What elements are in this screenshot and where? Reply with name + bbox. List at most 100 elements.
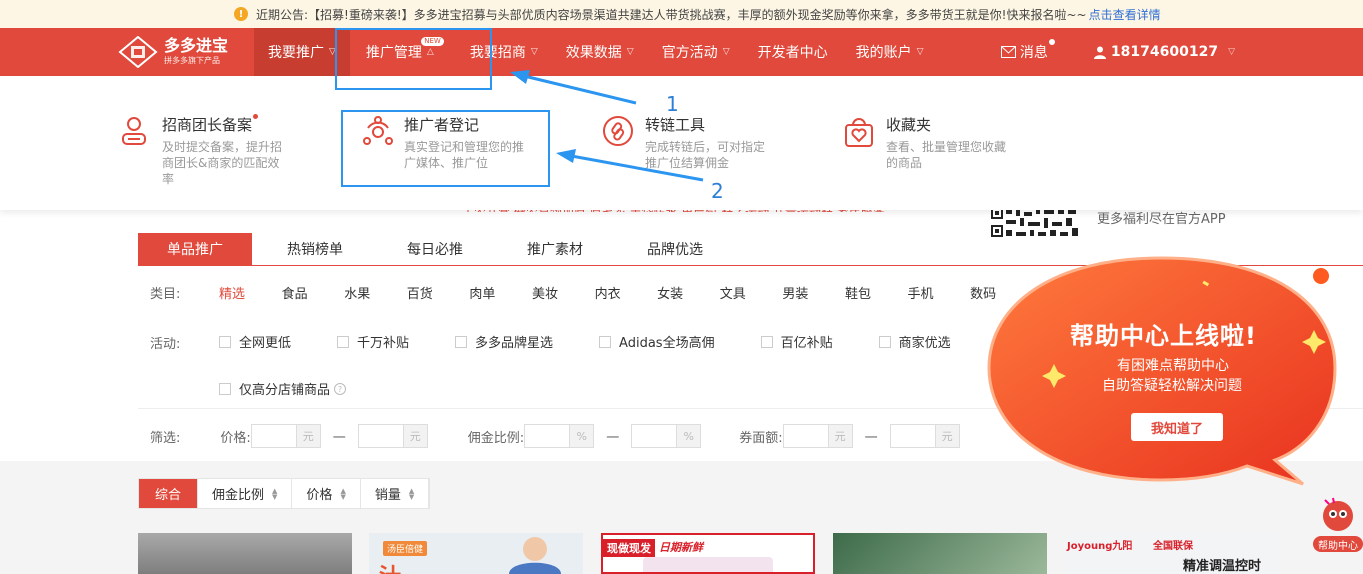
qr-code-icon xyxy=(990,206,1082,238)
user-menu[interactable]: 18174600127 ▽ xyxy=(1093,44,1235,60)
product-card[interactable]: 现做现发 日期新鲜 xyxy=(601,533,815,574)
chevron-down-icon: ▽ xyxy=(530,47,538,57)
category-item[interactable]: 肉单 xyxy=(469,283,532,302)
price-label: 价格: xyxy=(220,430,251,446)
activity-checkbox[interactable]: 商家优选 xyxy=(878,332,951,351)
activity-checkbox[interactable]: 百亿补贴 xyxy=(760,332,833,351)
filter-label: 筛选: xyxy=(150,430,181,446)
nav-item-official-events[interactable]: 官方活动 ▽ xyxy=(648,28,744,76)
product-card[interactable]: Joyoung九阳 全国联保 精准调温控时 xyxy=(1065,533,1279,574)
sort-sales[interactable]: 销量 ▲ ▼ xyxy=(361,479,430,508)
help-center-popup: 帮助中心上线啦! 有困难点帮助中心 自助答疑轻松解决问题 我知道了 xyxy=(985,250,1363,490)
activity-checkbox[interactable]: 全网更低 xyxy=(219,332,291,351)
activity-label: 活动: xyxy=(150,337,181,352)
tab-daily-picks[interactable]: 每日必推 xyxy=(378,233,492,265)
person-photo-icon xyxy=(509,537,561,574)
unread-dot xyxy=(1048,39,1055,45)
coupon-max-input[interactable]: 元 xyxy=(889,424,960,448)
promotion-management-dropdown: 招商团长备案 及时提交备案，提升招商团长&商家的匹配效率 推广者登记 真实登记和… xyxy=(0,76,1363,210)
activity-checkbox[interactable]: Adidas全场高佣 xyxy=(599,332,715,351)
sort-arrows-icon: ▲ ▼ xyxy=(340,486,346,501)
category-item[interactable]: 鞋包 xyxy=(845,283,908,302)
nav-item-developer-center[interactable]: 开发者中心 xyxy=(744,28,842,76)
sort-arrows-icon: ▲ ▼ xyxy=(272,486,278,501)
category-item[interactable]: 精选 xyxy=(219,283,282,302)
app-promo-text[interactable]: 更多福利尽在官方APP xyxy=(1097,208,1226,227)
menu-item-merchant-leader-filing[interactable]: 招商团长备案 及时提交备案，提升招商团长&商家的匹配效率 xyxy=(118,114,338,187)
coupon-min-input[interactable]: 元 xyxy=(782,424,853,448)
price-max-input[interactable]: 元 xyxy=(357,424,428,448)
filter-row: 筛选: 价格: 元 一 元 佣金比例: % 一 % 券面额: 元 一 元 xyxy=(150,424,960,448)
product-card[interactable]: 汤臣倍健 汁 xyxy=(369,533,583,574)
warning-icon: ! xyxy=(234,7,248,21)
category-item[interactable]: 内衣 xyxy=(595,283,658,302)
highlight-box-2 xyxy=(341,110,550,187)
messages-button[interactable]: 消息 xyxy=(1000,39,1055,62)
category-item[interactable]: 手机 xyxy=(908,283,971,302)
coupon-label: 券面额: xyxy=(739,430,783,446)
notice-bar: ! 近期公告:【招募!重磅来袭!】多多进宝招募与头部优质内容场景渠道共建达人带货… xyxy=(0,0,1363,28)
tab-hot-list[interactable]: 热销榜单 xyxy=(258,233,372,265)
sort-arrows-icon: ▲ ▼ xyxy=(408,486,415,501)
help-center-float[interactable]: 帮助中心 xyxy=(1313,492,1363,552)
commission-min-input[interactable]: % xyxy=(524,424,595,448)
logo-subtitle: 拼多多旗下产品 xyxy=(164,56,220,65)
chevron-down-icon: ▽ xyxy=(1228,47,1235,57)
sort-comprehensive[interactable]: 综合 xyxy=(139,479,199,508)
logo[interactable]: 多多进宝 拼多多旗下产品 xyxy=(118,35,229,69)
activity-checkbox[interactable]: 多多品牌星选 xyxy=(455,332,553,351)
logo-icon xyxy=(118,35,158,69)
menu-item-link-conversion-tool[interactable]: 转链工具 完成转链后，可对指定推广位结算佣金 xyxy=(601,114,821,171)
top-nav: 多多进宝 拼多多旗下产品 我要推广 ▽ 推广管理 △ NEW 我要招商 ▽ 效果数据 ▽ … xyxy=(0,28,1363,76)
commission-max-input[interactable]: % xyxy=(631,424,702,448)
commission-label: 佣金比例: xyxy=(467,430,525,446)
product-card[interactable] xyxy=(833,533,1047,574)
help-center-label: 帮助中心 xyxy=(1313,536,1363,552)
chevron-down-icon: ▽ xyxy=(626,47,634,57)
category-item[interactable]: 百货 xyxy=(407,283,470,302)
category-list: 精选 食品 水果 百货 肉单 美妆 内衣 女装 文具 男装 鞋包 手机 数码 xyxy=(219,283,1033,302)
got-it-button[interactable]: 我知道了 xyxy=(1131,413,1223,441)
help-line-1: 有困难点帮助中心 xyxy=(1117,358,1229,374)
help-line-2: 自助答疑轻松解决问题 xyxy=(1102,378,1242,394)
activity-checkbox[interactable]: 仅高分店铺商品? xyxy=(219,379,347,398)
notice-detail-link[interactable]: 点击查看详情 xyxy=(1089,6,1161,23)
notice-text: 近期公告:【招募!重磅来袭!】多多进宝招募与头部优质内容场景渠道共建达人带货挑战… xyxy=(256,7,1087,22)
sort-price[interactable]: 价格 ▲ ▼ xyxy=(292,479,361,508)
mail-icon xyxy=(1000,46,1016,58)
help-title: 帮助中心上线啦! xyxy=(1070,322,1257,350)
category-item[interactable]: 美妆 xyxy=(532,283,595,302)
menu-item-favorites[interactable]: 收藏夹 查看、批量管理您收藏的商品 xyxy=(842,114,1062,171)
sort-commission[interactable]: 佣金比例 ▲ ▼ xyxy=(198,479,293,508)
category-item[interactable]: 食品 xyxy=(282,283,345,302)
chevron-down-icon: ▽ xyxy=(916,47,924,57)
category-item[interactable]: 男装 xyxy=(782,283,845,302)
bag-heart-icon xyxy=(845,118,873,147)
tab-materials[interactable]: 推广素材 xyxy=(498,233,612,265)
category-item[interactable]: 文具 xyxy=(720,283,783,302)
logo-title: 多多进宝 xyxy=(164,36,229,55)
user-icon xyxy=(1093,46,1106,59)
category-item[interactable]: 水果 xyxy=(344,283,407,302)
product-card[interactable] xyxy=(138,533,352,574)
tab-single-product[interactable]: 单品推广 xyxy=(138,233,252,265)
annotation-number-2: 2 xyxy=(711,179,724,203)
nav-item-my-account[interactable]: 我的账户 ▽ xyxy=(842,28,938,76)
link-icon xyxy=(603,116,633,146)
main-tabs: 单品推广 热销榜单 每日必推 推广素材 品牌优选 xyxy=(138,233,738,265)
notification-dot xyxy=(253,114,259,119)
category-item[interactable]: 女装 xyxy=(657,283,720,302)
tab-brand-selection[interactable]: 品牌优选 xyxy=(618,233,732,265)
activity-checkbox[interactable]: 千万补贴 xyxy=(337,332,409,351)
mascot-icon xyxy=(1323,497,1353,531)
highlight-box-1 xyxy=(335,28,492,90)
nav-item-effect-data[interactable]: 效果数据 ▽ xyxy=(552,28,648,76)
chevron-down-icon: ▽ xyxy=(722,47,730,57)
activity-options-row2: 仅高分店铺商品? xyxy=(219,379,392,398)
activity-options: 全网更低 千万补贴 多多品牌星选 Adidas全场高佣 百亿补贴 商家优选 仅 xyxy=(219,332,1076,351)
sort-bar: 综合 佣金比例 ▲ ▼ 价格 ▲ ▼ 销量 ▲ ▼ xyxy=(138,478,431,509)
price-min-input[interactable]: 元 xyxy=(250,424,321,448)
help-question-icon[interactable]: ? xyxy=(334,382,347,395)
annotation-number-1: 1 xyxy=(666,92,679,116)
category-label: 类目: xyxy=(150,287,181,302)
